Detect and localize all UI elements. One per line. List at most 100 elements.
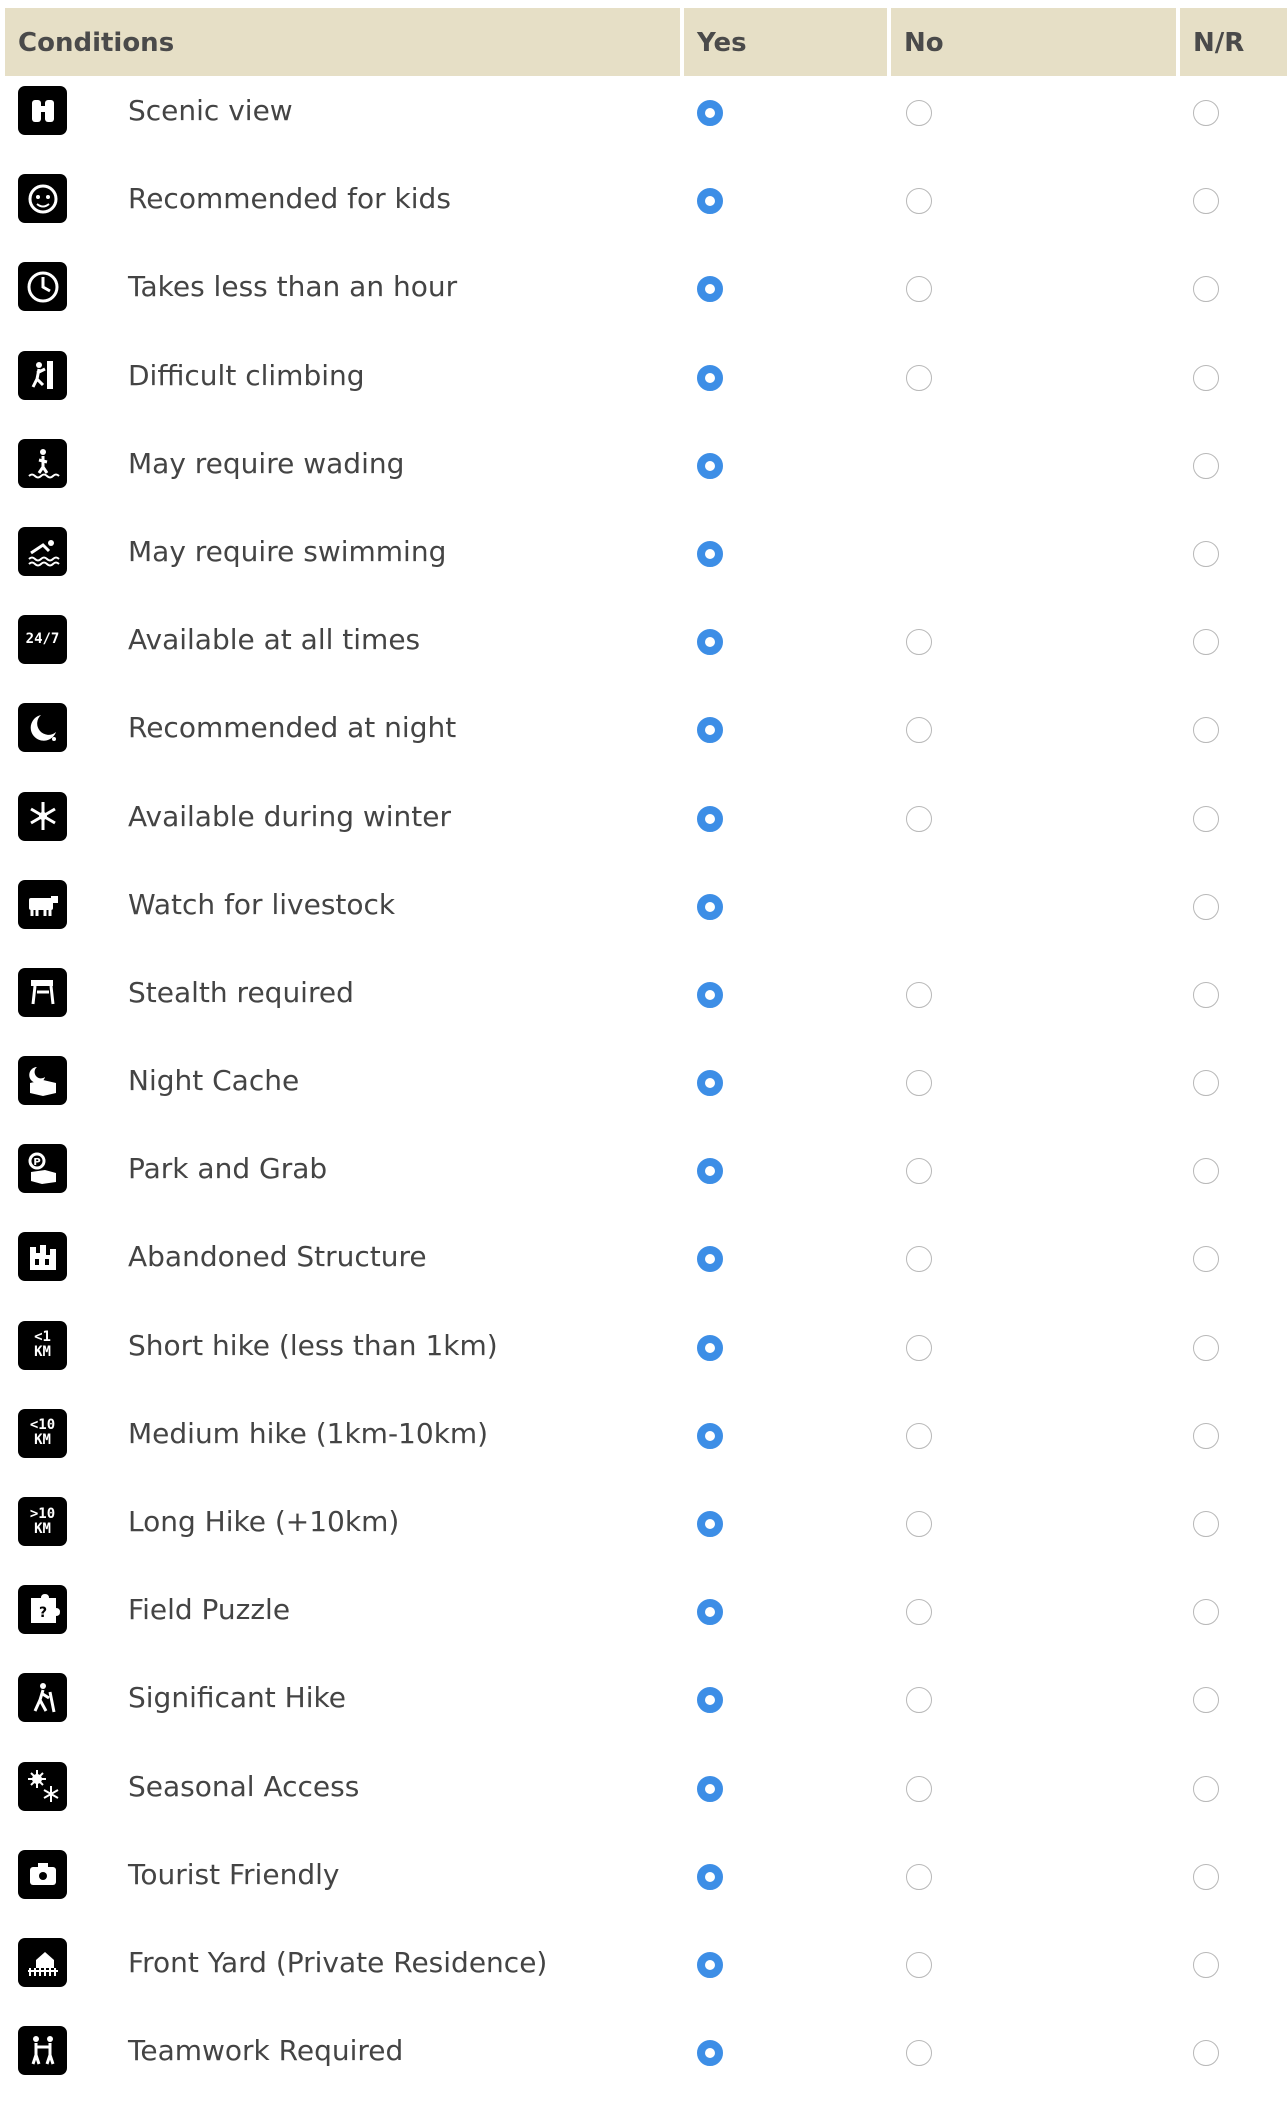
long-hike-icon: >10 KM	[18, 1497, 67, 1546]
condition-label: Seasonal Access	[128, 1769, 360, 1803]
radio-no[interactable]	[906, 1599, 932, 1626]
radio-yes[interactable]	[697, 276, 723, 303]
table-row: Available during winter	[5, 782, 1287, 870]
night-cache-icon	[18, 1056, 67, 1106]
binoculars-icon	[18, 86, 67, 135]
radio-no[interactable]	[906, 100, 932, 126]
radio-no[interactable]	[906, 1511, 932, 1537]
radio-no[interactable]	[906, 364, 932, 391]
park-and-grab-icon: P	[18, 1144, 67, 1194]
front-yard-icon	[18, 1937, 67, 1987]
radio-yes[interactable]	[697, 1511, 723, 1537]
radio-no[interactable]	[906, 2040, 932, 2067]
radio-no[interactable]	[906, 1863, 932, 1890]
snowflake-icon	[18, 791, 67, 841]
radio-yes[interactable]	[697, 2040, 723, 2067]
radio-yes[interactable]	[697, 717, 723, 744]
radio-yes[interactable]	[697, 100, 723, 126]
radio-nr[interactable]	[1193, 1070, 1219, 1097]
radio-yes[interactable]	[697, 188, 723, 215]
radio-no[interactable]	[906, 1422, 932, 1449]
radio-yes[interactable]	[697, 893, 723, 920]
radio-no[interactable]	[906, 188, 932, 215]
abandoned-structure-icon	[18, 1232, 67, 1282]
radio-nr[interactable]	[1193, 1422, 1219, 1449]
tourist-icon	[18, 1849, 67, 1899]
radio-no[interactable]	[906, 1158, 932, 1185]
radio-yes[interactable]	[697, 1422, 723, 1449]
table-row: Recommended for kids	[5, 164, 1287, 252]
radio-no[interactable]	[906, 1246, 932, 1273]
radio-nr[interactable]	[1193, 1951, 1219, 1978]
radio-yes[interactable]	[697, 1599, 723, 1626]
radio-nr[interactable]	[1193, 1511, 1219, 1537]
radio-yes[interactable]	[697, 981, 723, 1008]
radio-nr[interactable]	[1193, 1775, 1219, 1802]
radio-nr[interactable]	[1193, 717, 1219, 744]
radio-nr[interactable]	[1193, 981, 1219, 1008]
condition-label: Short hike (less than 1km)	[128, 1328, 498, 1362]
condition-label: Available during winter	[128, 799, 452, 833]
table-row: ? Field Puzzle	[5, 1575, 1287, 1663]
header-conditions: Conditions	[5, 8, 680, 76]
radio-no[interactable]	[906, 805, 932, 832]
radio-no[interactable]	[906, 717, 932, 744]
climber-icon	[18, 350, 67, 400]
radio-yes[interactable]	[697, 629, 723, 656]
radio-nr[interactable]	[1193, 1599, 1219, 1626]
icon-caption: 24/7	[25, 631, 60, 648]
radio-yes[interactable]	[697, 452, 723, 479]
radio-nr[interactable]	[1193, 1158, 1219, 1185]
radio-nr[interactable]	[1193, 100, 1219, 126]
stealth-icon	[18, 967, 67, 1017]
radio-yes[interactable]	[697, 1863, 723, 1890]
table-row: Teamwork Required	[5, 2016, 1287, 2104]
radio-nr[interactable]	[1193, 540, 1219, 567]
radio-no[interactable]	[906, 981, 932, 1008]
condition-label: Teamwork Required	[128, 2034, 404, 2068]
radio-nr[interactable]	[1193, 452, 1219, 479]
radio-nr[interactable]	[1193, 188, 1219, 215]
swimmer-icon	[18, 526, 67, 576]
radio-nr[interactable]	[1193, 1863, 1219, 1890]
radio-no[interactable]	[906, 1334, 932, 1361]
radio-yes[interactable]	[697, 805, 723, 832]
radio-nr[interactable]	[1193, 1334, 1219, 1361]
radio-nr[interactable]	[1193, 629, 1219, 656]
radio-nr[interactable]	[1193, 1687, 1219, 1714]
radio-no[interactable]	[906, 276, 932, 303]
radio-nr[interactable]	[1193, 2040, 1219, 2067]
condition-label: Available at all times	[128, 623, 421, 657]
radio-no[interactable]	[906, 1070, 932, 1097]
radio-no[interactable]	[906, 1951, 932, 1978]
table-row: Tourist Friendly	[5, 1840, 1287, 1928]
radio-yes[interactable]	[697, 1158, 723, 1185]
table-row: Stealth required	[5, 958, 1287, 1046]
radio-yes[interactable]	[697, 1775, 723, 1802]
radio-yes[interactable]	[697, 1951, 723, 1978]
radio-yes[interactable]	[697, 1334, 723, 1361]
radio-nr[interactable]	[1193, 805, 1219, 832]
header-yes: Yes	[684, 8, 887, 76]
radio-yes[interactable]	[697, 1070, 723, 1097]
puzzle-icon: ?	[18, 1585, 67, 1635]
radio-yes[interactable]	[697, 1687, 723, 1714]
radio-nr[interactable]	[1193, 364, 1219, 391]
radio-no[interactable]	[906, 629, 932, 656]
short-hike-icon: <1 KM	[18, 1320, 67, 1370]
radio-yes[interactable]	[697, 1246, 723, 1273]
condition-label: Front Yard (Private Residence)	[128, 1945, 548, 1979]
table-header: Conditions Yes No N/R	[5, 8, 1287, 76]
condition-label: Park and Grab	[128, 1152, 328, 1186]
moon-icon	[18, 703, 67, 753]
cow-icon	[18, 879, 67, 929]
radio-nr[interactable]	[1193, 893, 1219, 920]
radio-nr[interactable]	[1193, 1246, 1219, 1273]
radio-no[interactable]	[906, 1775, 932, 1802]
radio-no[interactable]	[906, 1687, 932, 1714]
table-row: <1 KM Short hike (less than 1km)	[5, 1311, 1287, 1399]
radio-yes[interactable]	[697, 364, 723, 391]
radio-nr[interactable]	[1193, 276, 1219, 303]
radio-yes[interactable]	[697, 540, 723, 567]
condition-label: May require wading	[128, 446, 405, 480]
